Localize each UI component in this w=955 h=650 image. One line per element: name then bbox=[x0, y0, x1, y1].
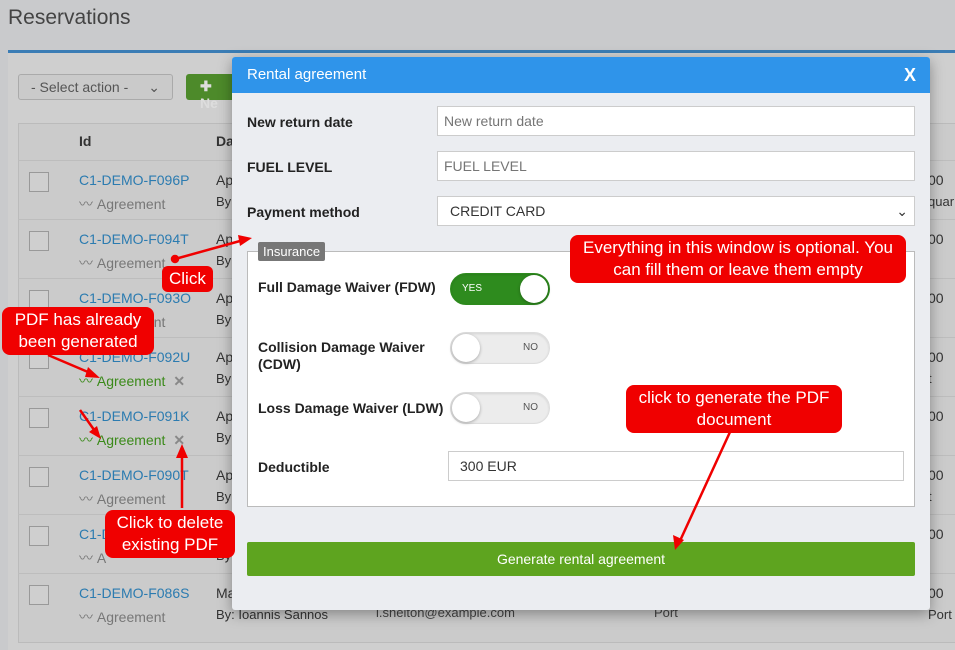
arrow-head bbox=[176, 444, 188, 458]
arrow-head bbox=[85, 367, 100, 378]
arrow-dot bbox=[170, 254, 180, 264]
callout-pdf-generated: PDF has already been generated bbox=[2, 307, 154, 355]
callout-click: Click bbox=[162, 266, 213, 292]
arrow-click bbox=[174, 239, 241, 261]
callout-generate: click to generate the PDF document bbox=[626, 385, 842, 433]
arrow-head bbox=[89, 426, 101, 439]
callout-delete-pdf: Click to delete existing PDF bbox=[105, 510, 235, 558]
callout-optional: Everything in this window is optional. Y… bbox=[570, 235, 906, 283]
arrow-generate bbox=[677, 431, 732, 544]
arrow-head bbox=[238, 235, 252, 246]
